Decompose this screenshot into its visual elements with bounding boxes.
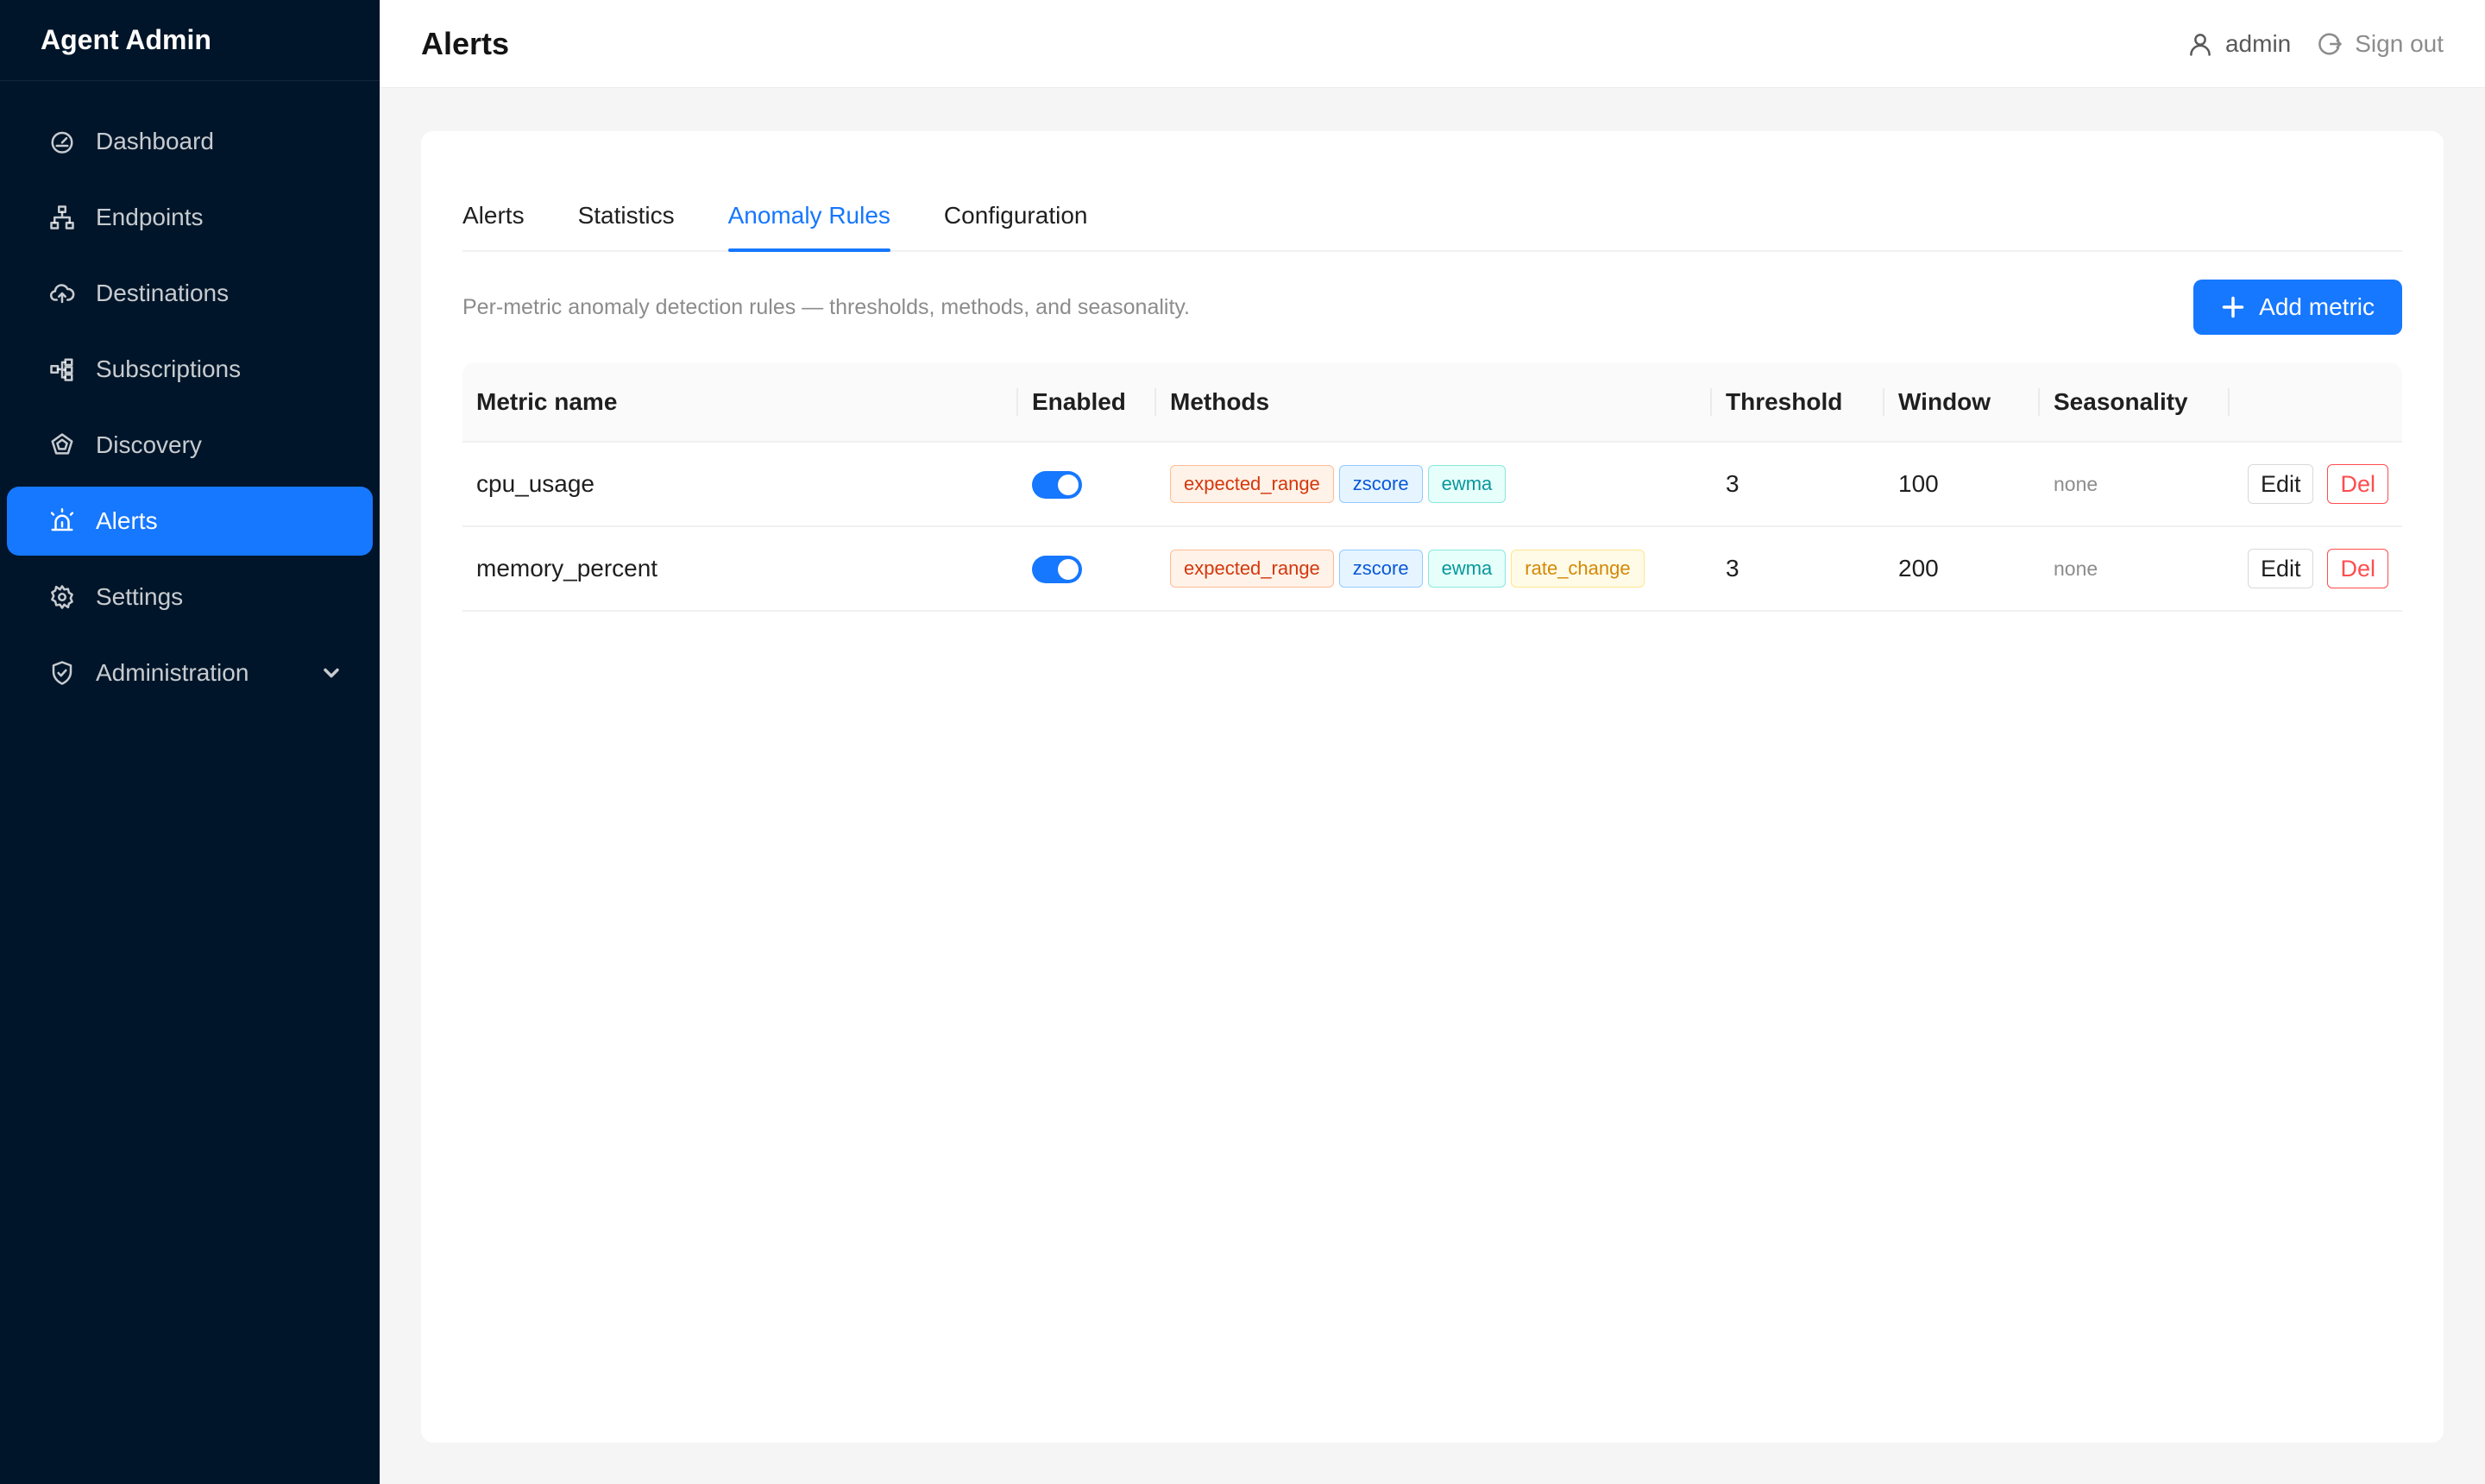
enabled-toggle[interactable] bbox=[1032, 555, 1082, 583]
metric-name: cpu_usage bbox=[462, 442, 1018, 527]
sidebar-item-discovery[interactable]: Discovery bbox=[7, 411, 373, 480]
sidebar-menu: Dashboard Endpoints Destinations Subscri… bbox=[0, 81, 380, 707]
column-header-threshold[interactable]: Threshold bbox=[1712, 362, 1884, 443]
add-metric-label: Add metric bbox=[2259, 293, 2375, 320]
cloud-upload-icon bbox=[47, 279, 77, 308]
plus-icon bbox=[2222, 296, 2244, 318]
discovery-icon bbox=[47, 431, 77, 460]
add-metric-button[interactable]: Add metric bbox=[2193, 280, 2402, 335]
tab-statistics[interactable]: Statistics bbox=[578, 202, 675, 250]
method-tag: ewma bbox=[1427, 465, 1507, 503]
top-header: Alerts admin Sign out bbox=[380, 0, 2485, 88]
sidebar-item-label: Settings bbox=[96, 583, 184, 610]
sidebar-item-alerts[interactable]: Alerts bbox=[7, 487, 373, 556]
method-tag: rate_change bbox=[1511, 550, 1645, 588]
threshold-value: 3 bbox=[1712, 442, 1884, 527]
chevron-down-icon[interactable] bbox=[319, 661, 343, 685]
sidebar-item-subscriptions[interactable]: Subscriptions bbox=[7, 335, 373, 404]
username: admin bbox=[2224, 29, 2292, 57]
sign-out-button[interactable]: Sign out bbox=[2317, 30, 2444, 58]
table-row: memory_percent expected_range zscore ewm… bbox=[462, 526, 2402, 612]
method-tag: zscore bbox=[1338, 550, 1423, 588]
window-value: 200 bbox=[1884, 526, 2040, 612]
enabled-toggle[interactable] bbox=[1032, 470, 1082, 499]
endpoints-icon bbox=[47, 203, 77, 232]
seasonality-value: none bbox=[2040, 526, 2230, 612]
actions-cell: Edit Del bbox=[2230, 526, 2402, 612]
toggle-knob bbox=[1058, 558, 1079, 580]
method-tag: expected_range bbox=[1170, 550, 1334, 588]
alert-icon bbox=[47, 506, 77, 536]
brand-title: Agent Admin bbox=[0, 0, 380, 81]
content-card: Alerts Statistics Anomaly Rules Configur… bbox=[421, 131, 2444, 1443]
column-header-metric[interactable]: Metric name bbox=[462, 362, 1018, 443]
method-tag: ewma bbox=[1427, 550, 1507, 588]
dashboard-icon bbox=[47, 127, 77, 156]
seasonality-value: none bbox=[2040, 442, 2230, 527]
enabled-cell bbox=[1018, 526, 1156, 612]
table-header-row: Metric name Enabled Methods Threshold Wi… bbox=[462, 362, 2402, 443]
actions-cell: Edit Del bbox=[2230, 442, 2402, 527]
delete-button[interactable]: Del bbox=[2327, 549, 2388, 588]
subscriptions-icon bbox=[47, 355, 77, 384]
delete-button[interactable]: Del bbox=[2327, 464, 2388, 504]
column-header-enabled[interactable]: Enabled bbox=[1018, 362, 1156, 443]
column-header-methods[interactable]: Methods bbox=[1156, 362, 1712, 443]
tab-configuration[interactable]: Configuration bbox=[944, 202, 1088, 250]
column-header-seasonality[interactable]: Seasonality bbox=[2040, 362, 2230, 443]
sidebar-item-destinations[interactable]: Destinations bbox=[7, 259, 373, 328]
enabled-cell bbox=[1018, 442, 1156, 527]
toolbar: Per-metric anomaly detection rules — thr… bbox=[462, 252, 2402, 362]
column-header-actions bbox=[2230, 362, 2402, 443]
tab-description: Per-metric anomaly detection rules — thr… bbox=[462, 294, 1190, 319]
toggle-knob bbox=[1058, 474, 1079, 495]
sidebar-item-label: Discovery bbox=[96, 431, 202, 458]
sidebar-item-endpoints[interactable]: Endpoints bbox=[7, 183, 373, 252]
user-icon bbox=[2190, 33, 2211, 56]
page-title: Alerts bbox=[421, 25, 510, 61]
header-actions: admin Sign out bbox=[2187, 30, 2444, 58]
method-tag: expected_range bbox=[1170, 465, 1334, 503]
table-row: cpu_usage expected_range zscore ewma 3 1… bbox=[462, 442, 2402, 527]
sidebar-item-label: Dashboard bbox=[96, 128, 214, 154]
tab-alerts[interactable]: Alerts bbox=[462, 202, 525, 250]
sidebar-item-administration[interactable]: Administration bbox=[7, 638, 373, 707]
column-header-window[interactable]: Window bbox=[1884, 362, 2040, 443]
window-value: 100 bbox=[1884, 442, 2040, 527]
sidebar-item-dashboard[interactable]: Dashboard bbox=[7, 107, 373, 176]
threshold-value: 3 bbox=[1712, 526, 1884, 612]
sidebar-item-label: Subscriptions bbox=[96, 355, 242, 382]
metric-name: memory_percent bbox=[462, 526, 1018, 612]
shield-icon bbox=[47, 658, 77, 688]
methods-cell: expected_range zscore ewma rate_change bbox=[1156, 526, 1712, 612]
sidebar: Agent Admin Dashboard Endpoints Destinat… bbox=[0, 0, 380, 1484]
tab-bar: Alerts Statistics Anomaly Rules Configur… bbox=[462, 131, 2402, 252]
sidebar-item-label: Alerts bbox=[96, 507, 158, 534]
methods-cell: expected_range zscore ewma bbox=[1156, 442, 1712, 527]
edit-button[interactable]: Edit bbox=[2247, 549, 2314, 588]
sidebar-item-label: Destinations bbox=[96, 280, 230, 306]
sign-out-label: Sign out bbox=[2355, 29, 2444, 57]
sidebar-item-label: Endpoints bbox=[96, 204, 204, 230]
user-menu[interactable]: admin bbox=[2187, 30, 2291, 58]
sidebar-item-settings[interactable]: Settings bbox=[7, 563, 373, 632]
tab-anomaly-rules[interactable]: Anomaly Rules bbox=[727, 202, 891, 252]
edit-button[interactable]: Edit bbox=[2247, 464, 2314, 504]
anomaly-rules-table: Metric name Enabled Methods Threshold Wi… bbox=[462, 362, 2402, 612]
gear-icon bbox=[47, 582, 77, 612]
sidebar-item-label: Administration bbox=[96, 659, 249, 686]
logout-icon bbox=[2318, 33, 2342, 54]
method-tag: zscore bbox=[1338, 465, 1423, 503]
